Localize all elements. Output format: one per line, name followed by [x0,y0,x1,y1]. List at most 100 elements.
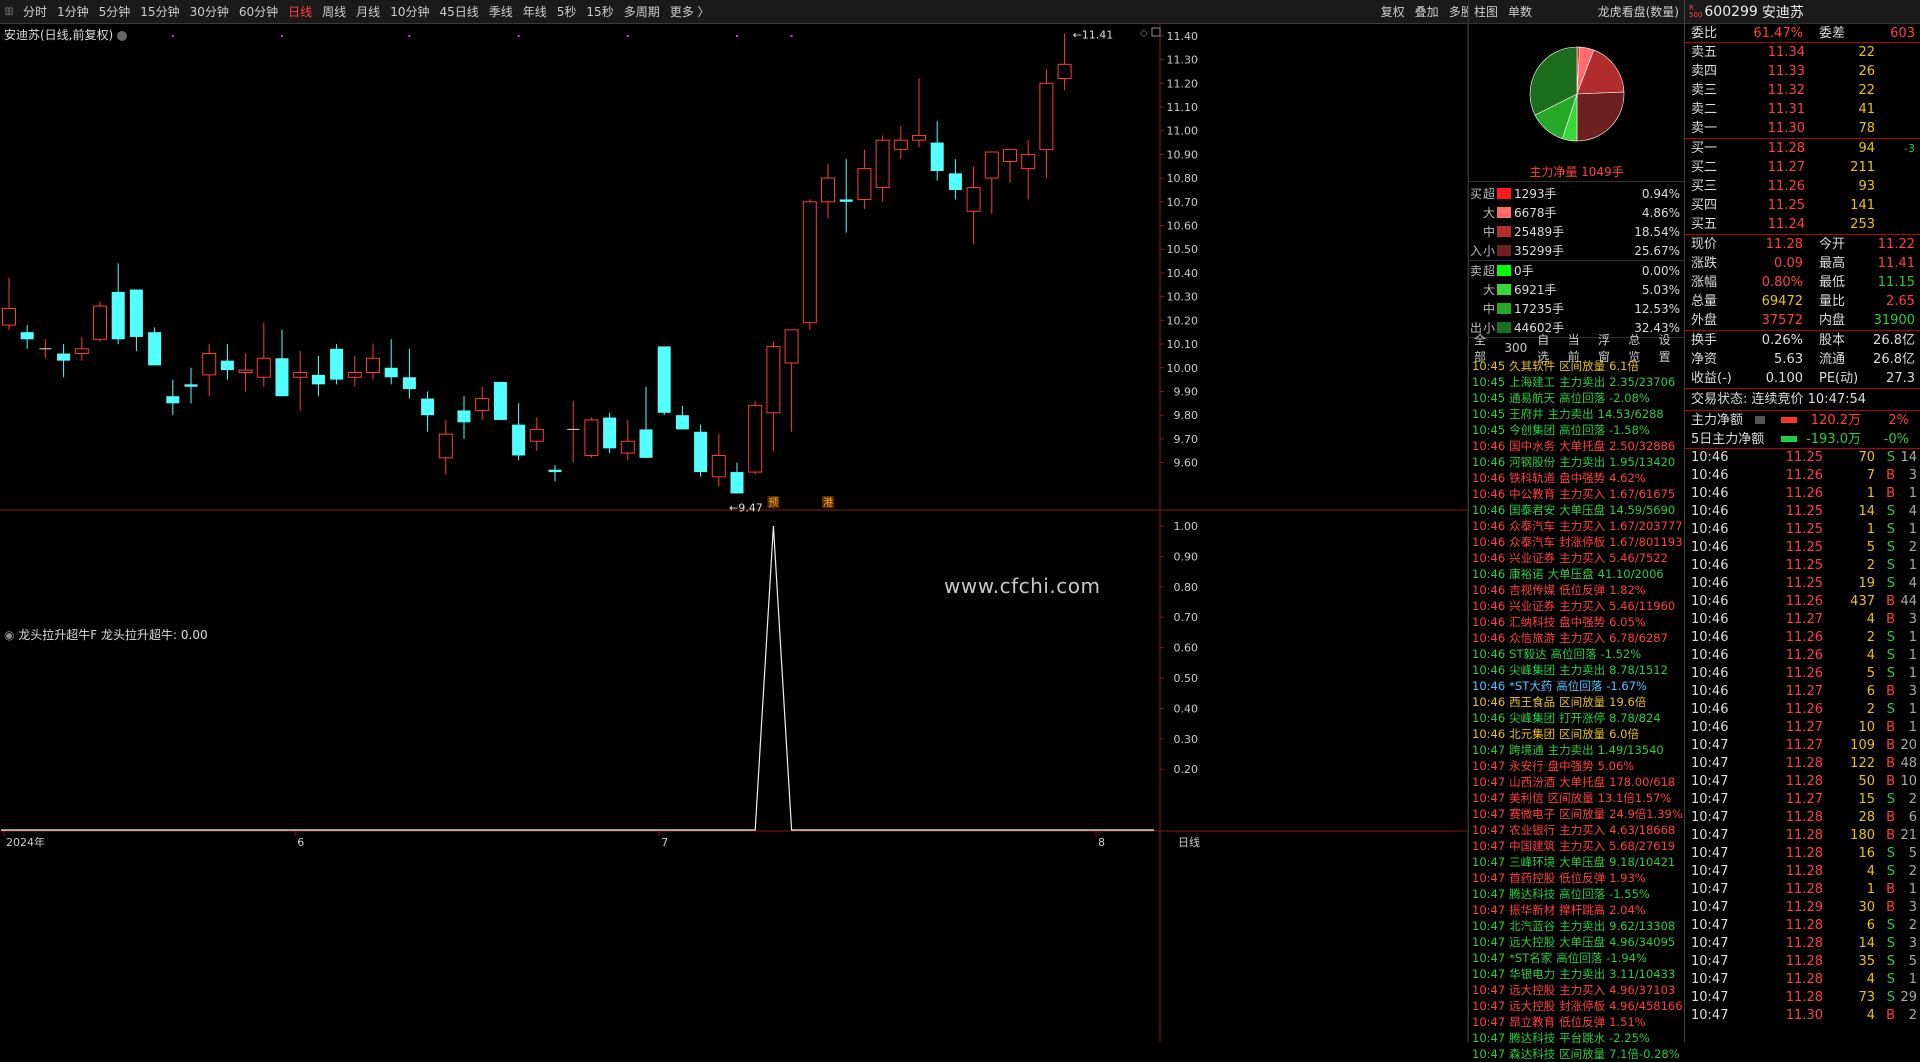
book-row[interactable]: 卖四 11.33 26 [1685,62,1920,81]
alert-row[interactable]: 10:47 *ST名家 高位回落 -1.94% [1472,950,1684,966]
tick-volume: 19 [1858,576,1875,591]
tool-button[interactable]: 叠加 [1410,0,1444,23]
alert-row[interactable]: 10:47 中国建筑 主力买入 5.68/27619 [1472,838,1684,854]
flow-color-bar [1497,284,1511,295]
alert-row[interactable]: 10:46 国泰君安 大单压盘 14.59/5690 [1472,502,1684,518]
alert-value: 24.9倍1.39% [1609,807,1683,821]
book-row[interactable]: 卖一 11.30 78 [1685,119,1920,138]
alert-row[interactable]: 10:46 吉视传媒 低位反弹 1.82% [1472,582,1684,598]
alert-row[interactable]: 10:46 众泰汽车 主力买入 1.67/203777 [1472,518,1684,534]
period-tab[interactable]: 分时 [18,0,52,23]
alert-value: 2.50/32886 [1609,439,1676,453]
period-tab[interactable]: 年线 [518,0,552,23]
alert-type: 高位回落 [1559,391,1606,405]
alert-row[interactable]: 10:46 河钢股份 主力卖出 1.95/13420 [1472,454,1684,470]
book-row[interactable]: 买二 11.27 211 [1685,158,1920,177]
alert-row[interactable]: 10:46 兴业证券 主力买入 5.46/7522 [1472,550,1684,566]
indicator-toggle-icon[interactable]: ◉ [4,628,18,642]
stock-badge: R 500 [1689,3,1703,19]
alert-row[interactable]: 10:46 尖峰集团 主力卖出 8.78/1512 [1472,662,1684,678]
book-price: 11.33 [1767,64,1805,79]
alert-row[interactable]: 10:47 远大控股 封涨停板 4.96/458166 [1472,998,1684,1014]
feed-tab[interactable]: 设置 [1654,331,1684,365]
alert-row[interactable]: 10:46 众泰汽车 封涨停板 1.67/801193 [1472,534,1684,550]
feed-tab[interactable]: 300 [1499,341,1532,355]
period-tab[interactable]: 更多 〉 [665,0,715,23]
alert-row[interactable]: 10:46 ST毅达 高位回落 -1.52% [1472,646,1684,662]
alert-row[interactable]: 10:47 永安行 盘中强势 5.06% [1472,758,1684,774]
alert-row[interactable]: 10:47 山西汾酒 大单托盘 178.00/618 [1472,774,1684,790]
alert-row[interactable]: 10:46 康裕诺 大单压盘 41.10/2006 [1472,566,1684,582]
alert-row[interactable]: 10:47 腾达科技 平台跳水 -2.25% [1472,1030,1684,1046]
period-tab[interactable]: 季线 [484,0,518,23]
alert-row[interactable]: 10:47 美利信 区间放量 13.1倍1.57% [1472,790,1684,806]
tab-bar-chart[interactable]: 柱图 [1469,3,1503,20]
alert-row[interactable]: 10:45 今创集团 高位回落 -1.58% [1472,422,1684,438]
alert-row[interactable]: 10:47 振华新材 撑杆跳高 2.04% [1472,902,1684,918]
alert-row[interactable]: 10:47 北汽蓝谷 主力卖出 9.62/13308 [1472,918,1684,934]
period-tab[interactable]: 15分钟 [135,0,184,23]
flow-size: 大 [1483,206,1496,220]
alert-row[interactable]: 10:47 跨境通 主力卖出 1.49/13540 [1472,742,1684,758]
period-tab[interactable]: 周线 [317,0,351,23]
period-tab[interactable]: 60分钟 [234,0,283,23]
alert-row[interactable]: 10:47 赛微电子 区间放量 24.9倍1.39% [1472,806,1684,822]
alert-row[interactable]: 10:46 兴业证券 主力买入 5.46/11960 [1472,598,1684,614]
tick-count: 1 [1908,648,1917,663]
book-row[interactable]: 买一 11.28 94 -3 [1685,139,1920,158]
alert-row[interactable]: 10:46 汇纳科技 盘中强势 6.05% [1472,614,1684,630]
book-row[interactable]: 买四 11.25 141 [1685,196,1920,215]
period-tab[interactable]: 多周期 [619,0,665,23]
panel-toggle-icon[interactable]: ▥ [0,6,18,17]
alert-row[interactable]: 10:45 王府井 主力卖出 14.53/6288 [1472,406,1684,422]
tick-list[interactable]: 10:46 11.25 70 S 14 10:46 11.26 7 B 3 10:46 11.26 1 B… [1685,449,1920,1025]
kline-chart[interactable]: 11.40 11.30 11.20 11.10 11.00 10.90 10.80 10.70… [0,24,1468,1042]
alert-row[interactable]: 10:47 三峰环境 大单压盘 9.18/10421 [1472,854,1684,870]
period-tab[interactable]: 月线 [351,0,385,23]
alert-row[interactable]: 10:46 尖峰集团 打开涨停 8.78/824 [1472,710,1684,726]
alert-time: 10:46 [1472,711,1506,725]
alert-row[interactable]: 10:47 农业银行 主力买入 4.63/18668 [1472,822,1684,838]
alert-row[interactable]: 10:47 远大控股 大单压盘 4.96/34095 [1472,934,1684,950]
period-tab[interactable]: 5秒 [552,0,582,23]
price-tick-label: 10.30 [1167,291,1199,304]
book-row[interactable]: 买三 11.26 93 [1685,177,1920,196]
period-tab[interactable]: 5分钟 [94,0,136,23]
alert-row[interactable]: 10:47 首药控股 低位反弹 1.93% [1472,870,1684,886]
alert-row[interactable]: 10:46 铁科轨道 盘中强势 4.62% [1472,470,1684,486]
alert-row[interactable]: 10:46 中公教育 主力买入 1.67/61675 [1472,486,1684,502]
alert-value: 9.18/10421 [1609,855,1676,869]
tick-price: 11.26 [1785,594,1823,609]
alert-row[interactable]: 10:47 腾达科技 高位回落 -1.55% [1472,886,1684,902]
period-tab[interactable]: 45日线 [434,0,483,23]
tool-button[interactable]: 复权 [1376,0,1410,23]
period-tab[interactable]: 日线 [283,0,317,23]
book-row[interactable]: 卖二 11.31 41 [1685,100,1920,119]
alert-row[interactable]: 10:45 通易航天 高位回落 -2.08% [1472,390,1684,406]
alert-row[interactable]: 10:46 西王食品 区间放量 19.6倍 [1472,694,1684,710]
alert-row[interactable]: 10:47 华银电力 主力卖出 3.11/10433 [1472,966,1684,982]
alert-feed[interactable]: 10:45 久其软件 区间放量 6.1倍 10:45 上海建工 主力卖出 2.35/23706… [1469,358,1684,1062]
alert-row[interactable]: 10:46 国中水务 大单托盘 2.50/32886 [1472,438,1684,454]
alert-row[interactable]: 10:46 众信旅游 主力买入 6.78/6287 [1472,630,1684,646]
period-tab[interactable]: 1分钟 [52,0,94,23]
alert-row[interactable]: 10:46 *ST大药 高位回落 -1.67% [1472,678,1684,694]
alert-row[interactable]: 10:46 北元集团 区间放量 6.0倍 [1472,726,1684,742]
book-row[interactable]: 卖五 11.34 22 [1685,43,1920,62]
tick-time: 10:46 [1691,612,1729,627]
alert-row[interactable]: 10:45 上海建工 主力卖出 2.35/23706 [1472,374,1684,390]
alert-row[interactable]: 10:47 昂立教育 低位反弹 1.51% [1472,1014,1684,1030]
info-icon[interactable] [1755,416,1765,424]
alert-stock: 西王食品 [1509,695,1556,709]
tab-order-count[interactable]: 单数 [1503,3,1537,20]
book-change: -3 [1904,142,1915,155]
tick-row: 10:46 11.25 2 S 1 [1685,557,1920,575]
alert-value: 1.93% [1609,871,1646,885]
alert-row[interactable]: 10:47 远大控股 主力买入 4.96/37103 [1472,982,1684,998]
alert-row[interactable]: 10:47 森达科技 区间放量 7.1倍-0.28% [1472,1046,1684,1062]
book-row[interactable]: 卖三 11.32 22 [1685,81,1920,100]
period-tab[interactable]: 10分钟 [385,0,434,23]
book-row[interactable]: 买五 11.24 253 [1685,215,1920,234]
period-tab[interactable]: 15秒 [581,0,618,23]
period-tab[interactable]: 30分钟 [185,0,234,23]
